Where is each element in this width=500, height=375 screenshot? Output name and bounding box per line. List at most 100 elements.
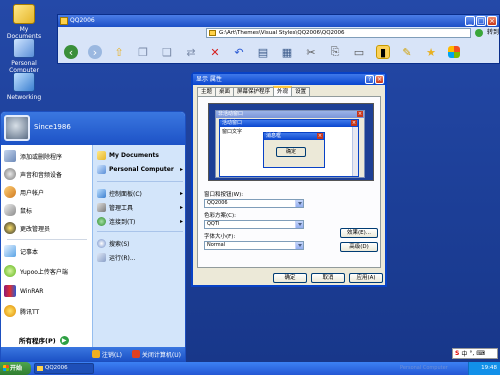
divider	[7, 239, 87, 240]
avatar[interactable]	[4, 115, 30, 141]
star-icon[interactable]: ★	[424, 45, 438, 59]
connect-icon	[97, 216, 106, 226]
start-item-label: Personal Computer	[109, 165, 174, 173]
user-accounts-icon	[4, 186, 16, 198]
cut-icon[interactable]: ✂	[304, 45, 318, 59]
apply-button[interactable]: 应用(A)	[349, 273, 383, 283]
tab-strip: 主题 桌面 屏幕保护程序 外观 设置	[197, 86, 311, 96]
preview-message-box: 消息框 × 确定	[263, 132, 325, 168]
chevron-down-icon	[295, 200, 303, 207]
admin-icon	[4, 222, 16, 234]
start-item-personal-computer[interactable]: Personal Computer ▸	[97, 163, 185, 175]
windows-buttons-select[interactable]: QQ2006	[204, 199, 304, 208]
chevron-down-icon	[295, 221, 303, 228]
desktop-icon-my-documents[interactable]: My Documents	[2, 4, 46, 40]
tab-screensaver[interactable]: 屏幕保护程序	[233, 87, 275, 96]
dialog-close-button[interactable]: ×	[375, 75, 384, 84]
chevron-right-icon: ▸	[179, 217, 183, 225]
all-programs-button[interactable]: 所有程序(P) ▶	[19, 335, 69, 345]
display-properties-dialog: 显示 属性 ? × 主题 桌面 屏幕保护程序 外观 设置 非活动窗口 × 活动窗口…	[191, 72, 387, 287]
start-item-yupoo[interactable]: Yupoo上传客户端	[4, 263, 90, 279]
paste-icon[interactable]: ❑	[160, 45, 174, 59]
start-item-run[interactable]: 运行(R)...	[97, 251, 185, 263]
desktop-icon-personal-computer[interactable]: Personal Computer	[2, 38, 46, 74]
minimize-button[interactable]: _	[465, 16, 475, 26]
logoff-button[interactable]: 注销(L)	[91, 350, 122, 359]
ime-toolbar[interactable]: S 中 °, ⌨	[452, 348, 498, 359]
start-item-sound-devices[interactable]: 声音和音频设备	[4, 166, 90, 182]
close-button[interactable]: ×	[487, 16, 497, 26]
computer-icon	[13, 38, 35, 58]
ok-button[interactable]: 确定	[273, 273, 307, 283]
taskbar: 开始 QQ2006 Personal Computer 19:48	[0, 362, 500, 375]
shutdown-button[interactable]: 关闭计算机(U)	[131, 350, 181, 359]
favorites-icon[interactable]: ✎	[400, 45, 414, 59]
search-icon	[97, 238, 106, 248]
start-item-label: 鼠标	[20, 207, 33, 215]
paste-to-icon[interactable]: ▭	[352, 45, 366, 59]
copy-icon[interactable]: ❐	[136, 45, 150, 59]
tencent-tt-icon	[4, 305, 16, 317]
tab-appearance[interactable]: 外观	[273, 86, 293, 96]
chevron-right-icon: ▸	[179, 203, 183, 211]
preview-message-title: 消息框	[266, 133, 282, 139]
delete-icon[interactable]: ✕	[208, 45, 222, 59]
back-icon[interactable]: ‹	[64, 45, 78, 59]
properties-icon[interactable]: ▤	[256, 45, 270, 59]
start-item-label: 运行(R)...	[109, 254, 136, 262]
explorer-toolbar: ‹ › ⇧ ❐ ❑ ⇄ ✕ ↶ ▤ ▦ ✂ ⎘ ▭ ▮ ✎ ★	[58, 41, 499, 63]
move-icon[interactable]: ⇄	[184, 45, 198, 59]
start-item-admin-tools[interactable]: 管理工具 ▸	[97, 201, 185, 213]
color-scheme-select[interactable]: QQTI	[204, 220, 304, 229]
go-button[interactable]: 转到	[473, 28, 499, 38]
folders-icon[interactable]: ▮	[376, 45, 390, 59]
start-item-my-documents[interactable]: My Documents	[97, 149, 185, 161]
desktop-icon-networking[interactable]: Networking	[2, 72, 46, 101]
start-item-notepad[interactable]: 记事本	[4, 243, 90, 259]
start-item-change-admin[interactable]: 更改管理员	[4, 220, 90, 236]
start-item-user-accounts[interactable]: 用户帐户	[4, 184, 90, 200]
start-item-mouse[interactable]: 鼠标	[4, 202, 90, 218]
start-item-tencent-tt[interactable]: 腾讯TT	[4, 303, 90, 319]
start-item-add-remove-programs[interactable]: 添加或删除程序	[4, 148, 90, 164]
my-documents-icon	[13, 4, 35, 24]
tray-label: Personal Computer	[400, 365, 448, 371]
undo-icon[interactable]: ↶	[232, 45, 246, 59]
start-item-label: 连接到(T)	[109, 218, 136, 226]
start-item-connect-to[interactable]: 连接到(T) ▸	[97, 215, 185, 227]
run-icon	[97, 252, 106, 262]
appearance-panel: 非活动窗口 × 活动窗口 × 窗口文字 消息框 × 确定 窗口和按钮(W): QQ20…	[197, 96, 381, 268]
copy-to-icon[interactable]: ⎘	[328, 45, 342, 59]
start-button[interactable]: 开始	[0, 362, 31, 375]
tab-themes[interactable]: 主题	[197, 87, 217, 96]
tab-desktop[interactable]: 桌面	[215, 87, 235, 96]
ime-punct-icon: °,	[469, 350, 475, 357]
views-icon[interactable]: ▦	[280, 45, 294, 59]
preview-scrollbar	[352, 127, 358, 176]
start-menu: Since1986 添加或删除程序 声音和音频设备 用户帐户 鼠标 更改管理员 …	[0, 111, 186, 362]
taskbar-item-qq2006[interactable]: QQ2006	[34, 363, 94, 374]
speaker-icon	[4, 168, 16, 180]
up-icon[interactable]: ⇧	[112, 45, 126, 59]
tab-settings[interactable]: 设置	[291, 87, 311, 96]
address-input[interactable]: G:\Art\Themes\Visual Styles\QQ2006\QQ200…	[206, 28, 471, 38]
explorer-titlebar[interactable]: QQ2006 _ □ ×	[58, 15, 499, 27]
font-size-select[interactable]: Normal	[204, 241, 304, 250]
start-item-search[interactable]: 搜索(S)	[97, 237, 185, 249]
logoff-icon	[91, 350, 100, 358]
advanced-button[interactable]: 高级(D)	[340, 242, 378, 252]
chevron-down-icon	[295, 242, 303, 249]
start-item-control-panel[interactable]: 控制面板(C) ▸	[97, 187, 185, 199]
dialog-titlebar[interactable]: 显示 属性 ? ×	[193, 74, 385, 85]
effects-button[interactable]: 效果(E)...	[340, 228, 378, 238]
clock[interactable]: 19:48	[481, 365, 497, 371]
start-label: 开始	[10, 365, 23, 372]
maximize-button[interactable]: □	[476, 16, 486, 26]
cancel-button[interactable]: 取消	[311, 273, 345, 283]
keyboard-icon: ⌨	[476, 350, 485, 357]
forward-icon[interactable]: ›	[88, 45, 102, 59]
admin-tools-icon	[97, 202, 106, 212]
user-name: Since1986	[34, 123, 71, 131]
start-item-winrar[interactable]: WinRAR	[4, 283, 90, 299]
help-button[interactable]: ?	[365, 75, 374, 84]
